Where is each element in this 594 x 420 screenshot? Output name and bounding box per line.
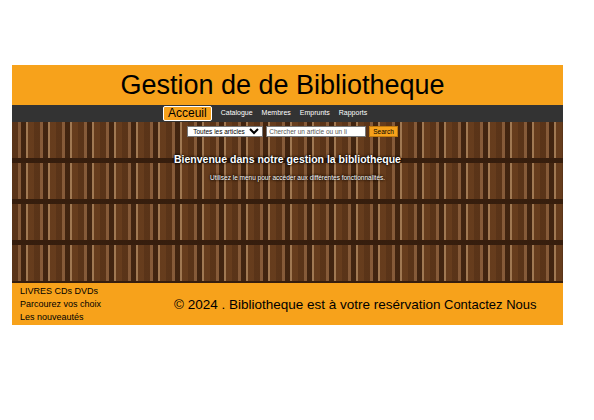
welcome-title: Bienvenue dans notre gestion la biblioth… bbox=[174, 153, 401, 165]
nav-item[interactable]: Catalogue bbox=[221, 109, 253, 117]
footer-links: LIVRES CDs DVDs Parcourez vos choix Les no… bbox=[20, 286, 170, 322]
nav-item[interactable]: Emprunts bbox=[300, 109, 330, 117]
search-input[interactable] bbox=[266, 126, 366, 137]
app-frame: Gestion de de Bibliotheque Acceuil Catalog… bbox=[12, 65, 563, 325]
footer-link[interactable]: LIVRES CDs DVDs bbox=[20, 286, 170, 296]
copyright: © 2024 . Bibliotheque est à votre resérv… bbox=[170, 297, 444, 312]
header: Gestion de de Bibliotheque bbox=[12, 65, 563, 105]
footer: LIVRES CDs DVDs Parcourez vos choix Les no… bbox=[12, 283, 563, 325]
page: Gestion de de Bibliotheque Acceuil Catalog… bbox=[0, 0, 594, 325]
nav-item[interactable]: Rapports bbox=[339, 109, 367, 117]
contact-link[interactable]: Contactez Nous bbox=[444, 297, 537, 312]
category-select[interactable]: Toutes les articles bbox=[187, 126, 263, 137]
footer-link[interactable]: Les nouveautés bbox=[20, 312, 170, 322]
search-form: Toutes les articles Search bbox=[177, 126, 398, 137]
page-title: Gestion de de Bibliotheque bbox=[120, 70, 454, 101]
nav-item[interactable]: Membres bbox=[262, 109, 291, 117]
nav-item[interactable]: Acceuil bbox=[163, 106, 212, 122]
footer-link[interactable]: Parcourez vos choix bbox=[20, 299, 170, 309]
search-button[interactable]: Search bbox=[369, 126, 398, 137]
nav-bar: Acceuil Catalogue Membres Emprunts Rapports bbox=[12, 105, 563, 122]
hero-banner: Toutes les articles Search Bienvenue dans … bbox=[12, 122, 563, 283]
welcome-subtitle: Utilisez le menu pour accéder aux différ… bbox=[210, 174, 385, 181]
